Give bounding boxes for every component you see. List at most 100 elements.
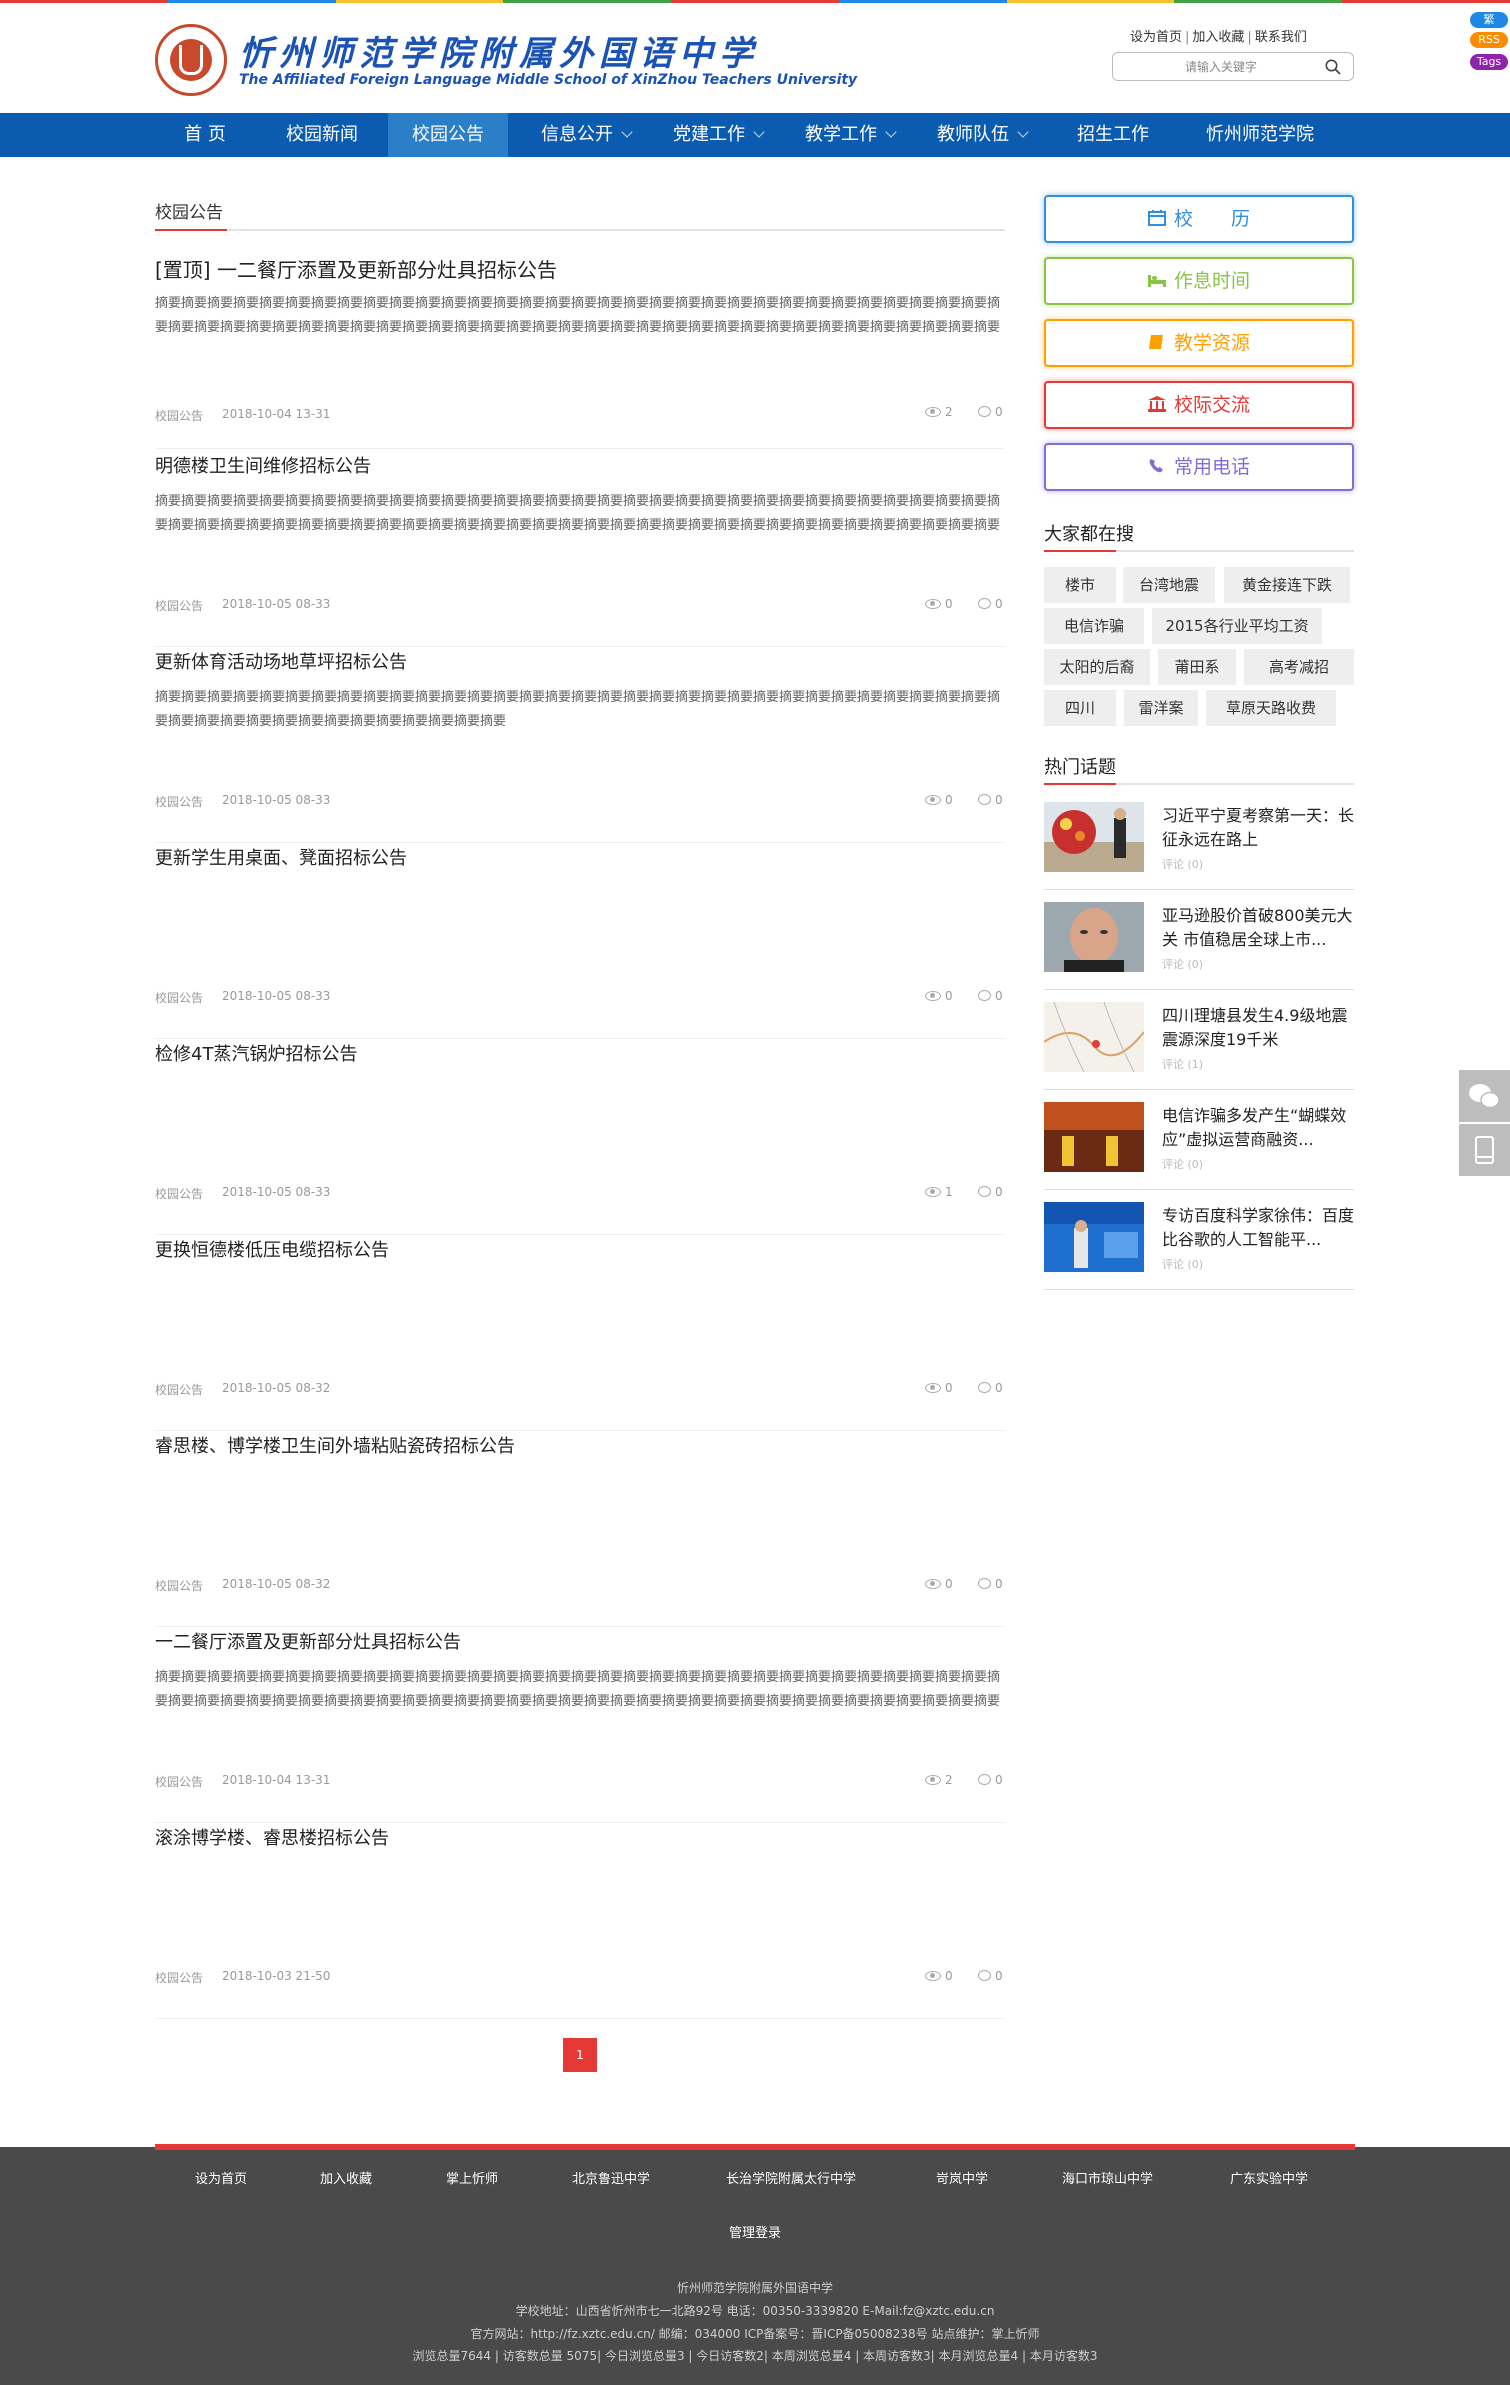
hot-topic-title[interactable]: 习近平宁夏考察第一天：长征永远在路上 (1162, 804, 1354, 852)
hot-topic-item[interactable]: 四川理塘县发生4.9级地震 震源深度19千米 评论 (1) (1044, 1002, 1354, 1090)
article-category[interactable]: 校园公告 (155, 1773, 203, 1790)
contact-us-link[interactable]: 联系我们 (1255, 30, 1307, 45)
badge-rss[interactable]: RSS (1470, 32, 1508, 48)
hot-topics-divider-accent (1044, 783, 1116, 785)
article-comments-count: 0 (995, 793, 1003, 807)
article-category[interactable]: 校园公告 (155, 1185, 203, 1202)
article-category[interactable]: 校园公告 (155, 597, 203, 614)
hot-topic-thumbnail[interactable] (1044, 902, 1144, 972)
comment-icon (978, 794, 991, 805)
sidebar-button-4[interactable]: 常用电话 (1044, 443, 1354, 491)
article-title[interactable]: 睿思楼、博学楼卫生间外墙粘贴瓷砖招标公告 (155, 1432, 515, 1458)
footer-link[interactable]: 加入收藏 (320, 2168, 372, 2187)
nav-item-label: 教师队伍 (937, 124, 1009, 145)
article-summary (155, 1078, 1005, 1126)
article-date: 2018-10-05 08-33 (222, 793, 331, 807)
hot-topic-item[interactable]: 电信诈骗多发产生“蝴蝶效应”虚拟运营商融资... 评论 (0) (1044, 1102, 1354, 1190)
search-tag[interactable]: 高考减招 (1244, 649, 1354, 685)
hot-topic-thumbnail[interactable] (1044, 1102, 1144, 1172)
article-views: 1 (925, 1185, 953, 1199)
footer-link[interactable]: 海口市琼山中学 (1062, 2168, 1153, 2187)
set-homepage-link[interactable]: 设为首页 (1130, 30, 1182, 45)
hot-topic-title[interactable]: 四川理塘县发生4.9级地震 震源深度19千米 (1162, 1004, 1354, 1052)
search-input[interactable] (1121, 57, 1321, 77)
article-category[interactable]: 校园公告 (155, 793, 203, 810)
search-tag[interactable]: 草原天路收费 (1206, 690, 1336, 726)
article-views: 2 (925, 405, 953, 419)
search-tag[interactable]: 太阳的后裔 (1044, 649, 1150, 685)
article-title[interactable]: 一二餐厅添置及更新部分灶具招标公告 (155, 1628, 461, 1654)
eye-icon (925, 1579, 941, 1589)
comment-icon (978, 1578, 991, 1589)
footer-link[interactable]: 广东实验中学 (1230, 2168, 1308, 2187)
sidebar-button-1[interactable]: 作息时间 (1044, 257, 1354, 305)
article-comments-count: 0 (995, 1381, 1003, 1395)
search-tag[interactable]: 莆田系 (1158, 649, 1236, 685)
nav-item-7[interactable]: 招生工作 (1048, 113, 1178, 157)
sidebar-button-0[interactable]: 校 历 (1044, 195, 1354, 243)
search-tag[interactable]: 电信诈骗 (1044, 608, 1144, 644)
footer-link[interactable]: 北京鲁迅中学 (572, 2168, 650, 2187)
article-title[interactable]: 更新学生用桌面、凳面招标公告 (155, 844, 407, 870)
article-views-count: 0 (945, 597, 953, 611)
article-title[interactable]: 检修4T蒸汽锅炉招标公告 (155, 1040, 357, 1066)
article-date: 2018-10-03 21-50 (222, 1969, 331, 1983)
article-category[interactable]: 校园公告 (155, 989, 203, 1006)
nav-item-3[interactable]: 信息公开 (520, 113, 652, 157)
search-tag[interactable]: 台湾地震 (1123, 567, 1215, 603)
nav-item-6[interactable]: 教师队伍 (916, 113, 1048, 157)
article-comments: 0 (978, 1381, 1003, 1395)
mobile-float-button[interactable] (1459, 1124, 1510, 1176)
article-title[interactable]: 更新体育活动场地草坪招标公告 (155, 648, 407, 674)
search-tag[interactable]: 四川 (1044, 690, 1116, 726)
hot-topic-title[interactable]: 电信诈骗多发产生“蝴蝶效应”虚拟运营商融资... (1162, 1104, 1354, 1152)
hot-topic-thumbnail[interactable] (1044, 802, 1144, 872)
article-comments-count: 0 (995, 989, 1003, 1003)
article-title[interactable]: 明德楼卫生间维修招标公告 (155, 452, 371, 478)
search-icon[interactable] (1325, 59, 1341, 75)
article-comments-count: 0 (995, 1773, 1003, 1787)
nav-item-8[interactable]: 忻州师范学院 (1190, 113, 1330, 157)
badge-traditional[interactable]: 繁 (1470, 12, 1508, 28)
footer-link[interactable]: 长治学院附属太行中学 (726, 2168, 856, 2187)
hot-topics-title: 热门话题 (1044, 757, 1116, 778)
nav-item-2[interactable]: 校园公告 (388, 113, 508, 157)
add-favorite-link[interactable]: 加入收藏 (1192, 30, 1244, 45)
hot-topic-title[interactable]: 专访百度科学家徐伟：百度比谷歌的人工智能平... (1162, 1204, 1354, 1252)
hot-topic-thumbnail[interactable] (1044, 1002, 1144, 1072)
search-tag[interactable]: 2015各行业平均工资 (1152, 608, 1322, 644)
article-category[interactable]: 校园公告 (155, 407, 203, 424)
nav-item-4[interactable]: 党建工作 (652, 113, 784, 157)
wechat-float-button[interactable] (1459, 1070, 1510, 1122)
school-logo[interactable]: 忻州师范学院附属外国语中学 The Affiliated Foreign Lan… (155, 22, 857, 102)
hot-topic-thumbnail[interactable] (1044, 1202, 1144, 1272)
article-title[interactable]: 更换恒德楼低压电缆招标公告 (155, 1236, 389, 1262)
search-tag[interactable]: 黄金接连下跌 (1224, 567, 1350, 603)
footer-link[interactable]: 设为首页 (195, 2168, 247, 2187)
article-category[interactable]: 校园公告 (155, 1381, 203, 1398)
article-title[interactable]: 滚涂博学楼、睿思楼招标公告 (155, 1824, 389, 1850)
article-category[interactable]: 校园公告 (155, 1577, 203, 1594)
badge-tags[interactable]: Tags (1470, 54, 1508, 70)
hot-topic-item[interactable]: 习近平宁夏考察第一天：长征永远在路上 评论 (0) (1044, 802, 1354, 890)
phone-icon (1148, 445, 1174, 489)
article-category[interactable]: 校园公告 (155, 1969, 203, 1986)
footer-link[interactable]: 掌上忻师 (446, 2168, 498, 2187)
nav-item-5[interactable]: 教学工作 (784, 113, 916, 157)
article-summary (155, 1862, 1005, 1910)
hot-topic-item[interactable]: 亚马逊股价首破800美元大关 市值稳居全球上市... 评论 (0) (1044, 902, 1354, 990)
search-tag[interactable]: 楼市 (1044, 567, 1116, 603)
article-views-count: 2 (945, 1773, 953, 1787)
pagination-current-page[interactable]: 1 (563, 2038, 597, 2072)
admin-login-link[interactable]: 管理登录 (0, 2222, 1510, 2241)
sidebar-button-2[interactable]: 教学资源 (1044, 319, 1354, 367)
article-title[interactable]: [置顶] 一二餐厅添置及更新部分灶具招标公告 (155, 254, 557, 283)
hot-topic-item[interactable]: 专访百度科学家徐伟：百度比谷歌的人工智能平... 评论 (0) (1044, 1202, 1354, 1290)
nav-item-1[interactable]: 校园新闻 (262, 113, 382, 157)
sidebar-button-3[interactable]: 校际交流 (1044, 381, 1354, 429)
article-views: 0 (925, 1381, 953, 1395)
nav-item-0[interactable]: 首 页 (155, 113, 255, 157)
hot-topic-title[interactable]: 亚马逊股价首破800美元大关 市值稳居全球上市... (1162, 904, 1354, 952)
footer-link[interactable]: 岢岚中学 (936, 2168, 988, 2187)
search-tag[interactable]: 雷洋案 (1124, 690, 1198, 726)
